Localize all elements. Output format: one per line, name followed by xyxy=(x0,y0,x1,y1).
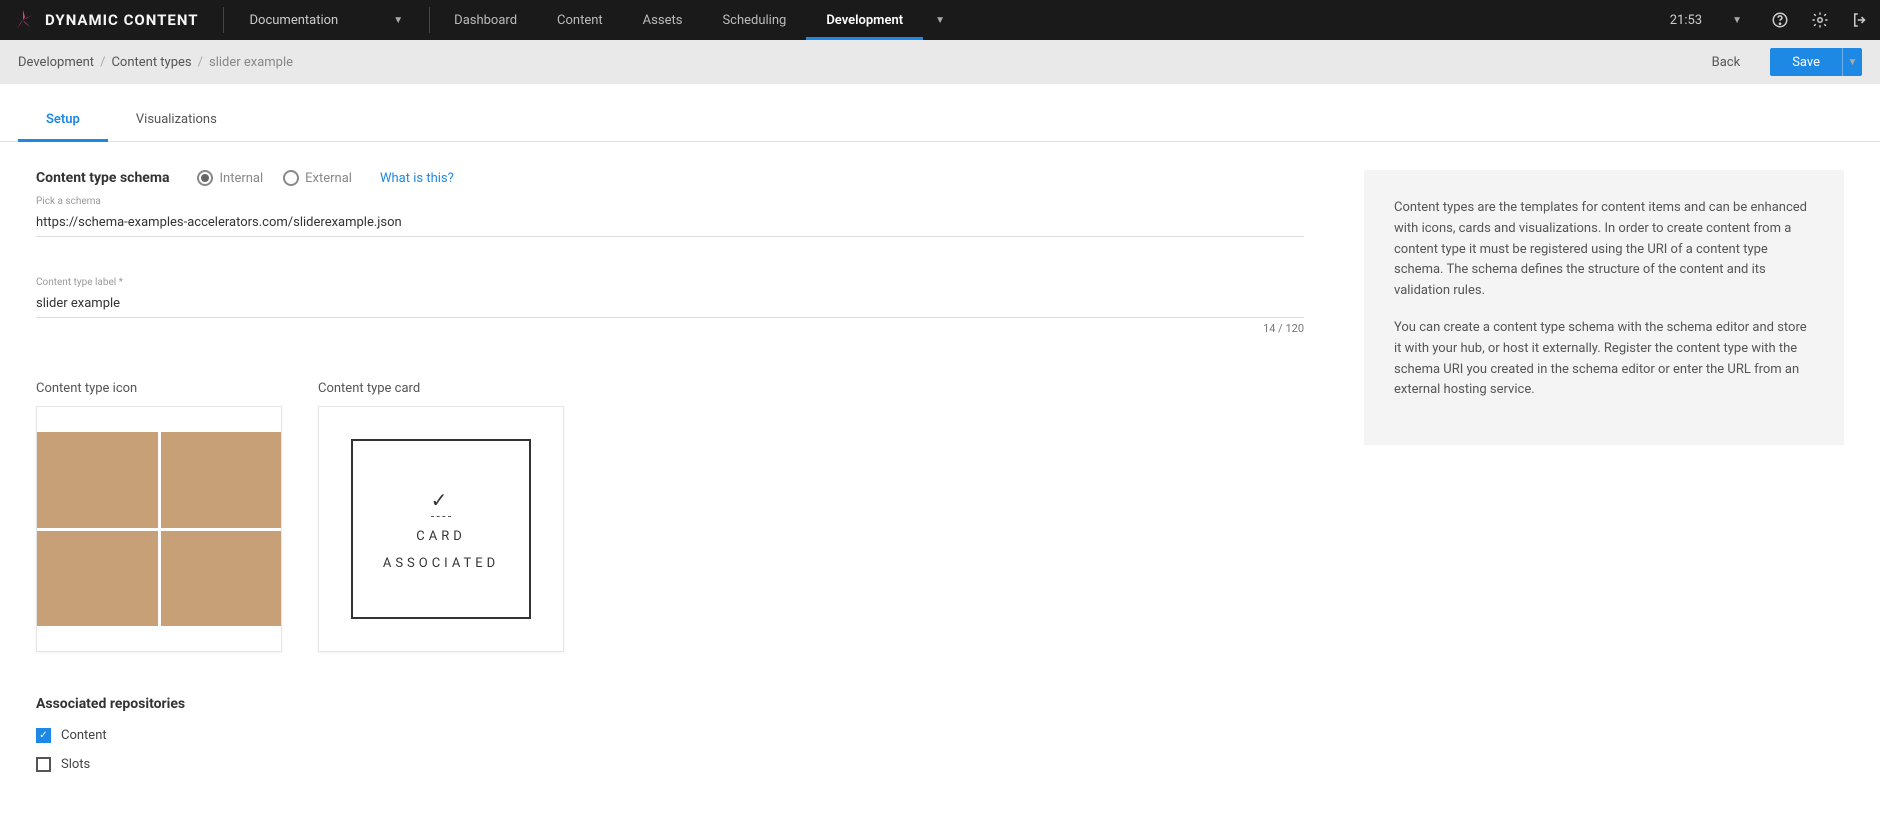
card-associated-preview: ✓ CARD ASSOCIATED xyxy=(351,439,531,619)
card-label: Content type card xyxy=(318,381,564,396)
save-split-button: Save ▼ xyxy=(1770,48,1862,76)
crumb-current: slider example xyxy=(209,55,293,70)
help-paragraph-2: You can create a content type schema wit… xyxy=(1394,318,1814,401)
logout-icon[interactable] xyxy=(1840,11,1880,29)
chevron-down-icon: ▼ xyxy=(1848,57,1858,68)
documentation-dropdown[interactable]: Documentation ▼ xyxy=(228,0,426,40)
breadcrumb-bar: Development / Content types / slider exa… xyxy=(0,40,1880,84)
label-field-label: Content type label * xyxy=(36,277,1304,288)
nav-tab-development[interactable]: Development xyxy=(806,0,923,40)
nav-tab-dashboard[interactable]: Dashboard xyxy=(434,0,537,40)
save-button[interactable]: Save xyxy=(1770,48,1842,76)
time-dropdown[interactable]: 21:53 ▼ xyxy=(1652,13,1760,28)
gear-icon[interactable] xyxy=(1800,11,1840,29)
help-paragraph-1: Content types are the templates for cont… xyxy=(1394,198,1814,302)
topbar: DYNAMIC CONTENT Documentation ▼ Dashboar… xyxy=(0,0,1880,40)
radio-external[interactable]: External xyxy=(283,170,352,186)
checkbox-icon: ✓ xyxy=(36,728,51,743)
tab-visualizations[interactable]: Visualizations xyxy=(108,102,245,141)
help-icon[interactable] xyxy=(1760,11,1800,29)
logo-icon xyxy=(0,8,45,32)
check-icon: ✓ xyxy=(431,488,452,517)
nav-tabs: Dashboard Content Assets Scheduling Deve… xyxy=(434,0,957,40)
char-count: 14 / 120 xyxy=(36,322,1304,335)
nav-tab-assets[interactable]: Assets xyxy=(623,0,703,40)
main-tabs: Setup Visualizations xyxy=(0,102,1880,142)
icon-preview xyxy=(37,432,281,626)
repo-checkbox-slots[interactable]: Slots xyxy=(36,757,1304,772)
back-link[interactable]: Back xyxy=(1712,55,1741,70)
save-dropdown-button[interactable]: ▼ xyxy=(1842,48,1862,76)
icon-label: Content type icon xyxy=(36,381,282,396)
radio-dot-icon xyxy=(283,170,299,186)
nav-tab-content[interactable]: Content xyxy=(537,0,623,40)
divider xyxy=(429,7,430,33)
schema-heading: Content type schema xyxy=(36,170,169,186)
crumb-development[interactable]: Development xyxy=(18,55,94,70)
radio-internal[interactable]: Internal xyxy=(197,170,263,186)
chevron-down-icon: ▼ xyxy=(1732,15,1742,26)
checkbox-icon xyxy=(36,757,51,772)
schema-heading-row: Content type schema Internal External Wh… xyxy=(36,170,1304,186)
time-value: 21:53 xyxy=(1670,13,1702,28)
content-type-card-picker[interactable]: ✓ CARD ASSOCIATED xyxy=(318,406,564,652)
help-panel: Content types are the templates for cont… xyxy=(1364,170,1844,445)
what-is-this-link[interactable]: What is this? xyxy=(380,171,454,186)
brand-label: DYNAMIC CONTENT xyxy=(45,11,219,29)
assoc-repos-heading: Associated repositories xyxy=(36,696,1304,712)
divider xyxy=(223,7,224,33)
label-input[interactable] xyxy=(36,290,1304,318)
repo-checkbox-content[interactable]: ✓ Content xyxy=(36,728,1304,743)
crumb-content-types[interactable]: Content types xyxy=(111,55,191,70)
schema-field-label: Pick a schema xyxy=(36,196,1304,207)
radio-dot-icon xyxy=(197,170,213,186)
chevron-down-icon: ▼ xyxy=(935,15,945,26)
chevron-down-icon: ▼ xyxy=(393,15,403,26)
nav-more-dropdown[interactable]: ▼ xyxy=(923,0,957,40)
schema-input[interactable] xyxy=(36,209,1304,237)
documentation-label: Documentation xyxy=(250,13,339,28)
tab-setup[interactable]: Setup xyxy=(18,102,108,141)
content-type-icon-picker[interactable] xyxy=(36,406,282,652)
nav-tab-scheduling[interactable]: Scheduling xyxy=(702,0,806,40)
